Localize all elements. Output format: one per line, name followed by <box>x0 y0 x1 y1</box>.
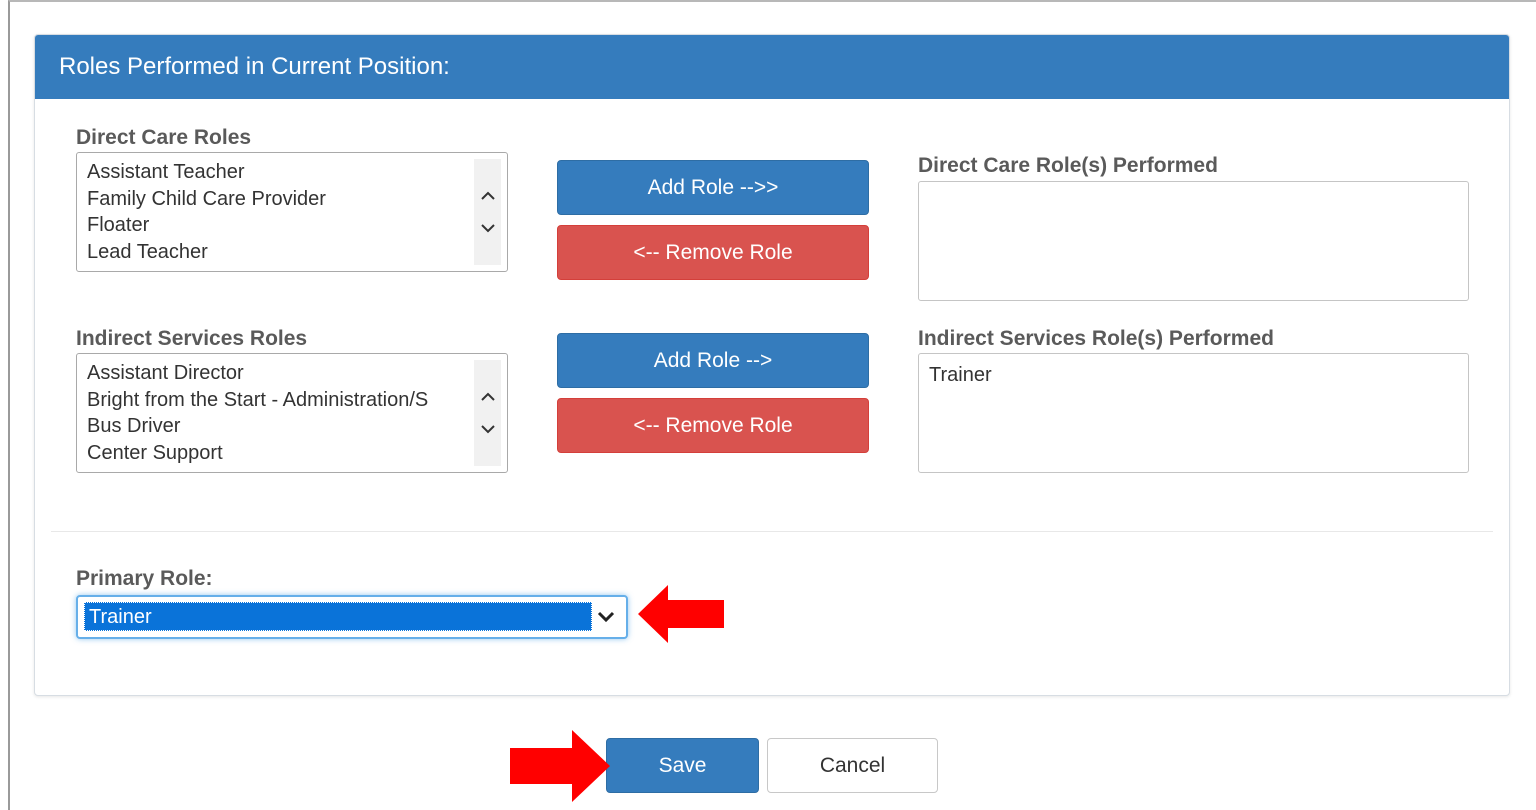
roles-panel: Roles Performed in Current Position: Dir… <box>34 34 1510 696</box>
red-arrow-icon <box>638 585 726 648</box>
indirect-services-performed-list[interactable]: Trainer <box>918 353 1469 473</box>
listbox-scrollbar[interactable] <box>474 159 501 265</box>
chevron-down-icon[interactable] <box>594 606 618 628</box>
list-option[interactable]: Trainer <box>929 364 1458 387</box>
panel-title: Roles Performed in Current Position: <box>35 35 1509 99</box>
remove-indirect-role-button[interactable]: <-- Remove Role <box>557 398 869 453</box>
remove-direct-role-button[interactable]: <-- Remove Role <box>557 225 869 280</box>
listbox-scrollbar[interactable] <box>474 360 501 466</box>
divider <box>51 531 1493 532</box>
direct-care-roles-label: Direct Care Roles <box>76 126 252 149</box>
indirect-services-performed-label: Indirect Services Role(s) Performed <box>918 327 1274 350</box>
list-option[interactable]: Floater <box>77 212 473 239</box>
primary-role-selected-value[interactable]: Trainer <box>84 602 592 631</box>
primary-role-label: Primary Role: <box>76 567 213 590</box>
direct-care-roles-listbox[interactable]: Assistant Teacher Family Child Care Prov… <box>76 152 508 272</box>
list-option[interactable]: Assistant Director <box>77 360 473 387</box>
list-option[interactable]: Bright from the Start - Administration/S <box>77 387 473 414</box>
add-indirect-role-button[interactable]: Add Role --> <box>557 333 869 388</box>
save-button[interactable]: Save <box>606 738 759 793</box>
add-direct-role-button[interactable]: Add Role -->> <box>557 160 869 215</box>
indirect-services-roles-listbox[interactable]: Assistant Director Bright from the Start… <box>76 353 508 473</box>
cancel-button[interactable]: Cancel <box>767 738 938 793</box>
list-option[interactable]: Assistant Teacher <box>77 159 473 186</box>
list-option[interactable]: Center Support <box>77 440 473 467</box>
chevron-down-icon[interactable] <box>474 217 501 239</box>
direct-care-performed-list[interactable] <box>918 181 1469 301</box>
primary-role-select[interactable]: Trainer <box>76 595 628 639</box>
direct-care-performed-label: Direct Care Role(s) Performed <box>918 154 1218 177</box>
list-option[interactable]: Bus Driver <box>77 413 473 440</box>
red-arrow-icon <box>510 730 610 807</box>
list-option[interactable]: Lead Teacher <box>77 239 473 266</box>
chevron-down-icon[interactable] <box>474 418 501 440</box>
list-option[interactable]: Family Child Care Provider <box>77 186 473 213</box>
indirect-services-roles-label: Indirect Services Roles <box>76 327 308 350</box>
chevron-up-icon[interactable] <box>474 386 501 408</box>
chevron-up-icon[interactable] <box>474 185 501 207</box>
